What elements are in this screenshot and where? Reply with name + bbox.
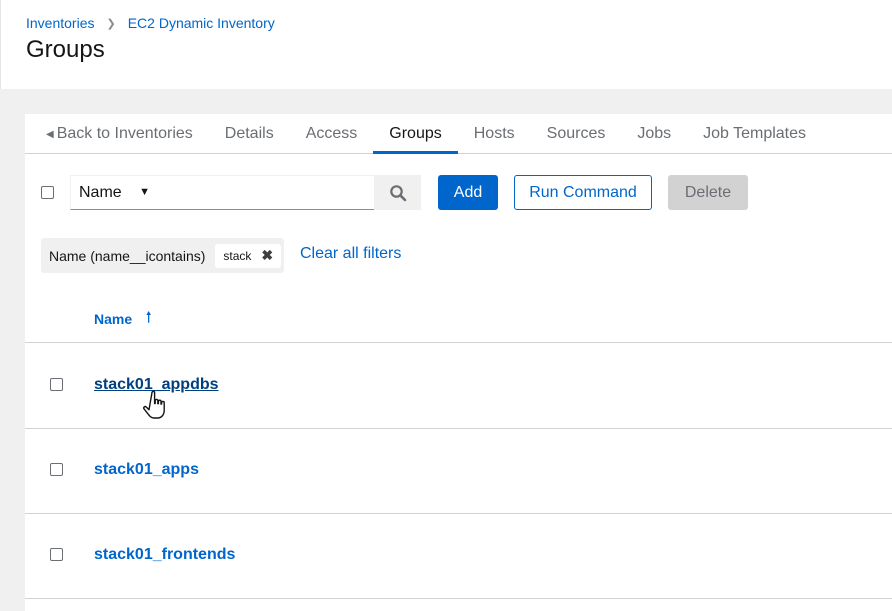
- hand-pointer-cursor-icon: [143, 390, 165, 419]
- search-icon: [389, 184, 406, 201]
- clear-all-filters-link[interactable]: Clear all filters: [300, 245, 401, 263]
- run-command-button[interactable]: Run Command: [514, 175, 652, 210]
- group-link[interactable]: stack01_apps: [94, 461, 199, 479]
- tab-back-to-inventories[interactable]: ◀ Back to Inventories: [25, 114, 209, 153]
- sort-ascending-icon: 🠑: [146, 309, 152, 325]
- caret-left-icon: ◀: [46, 129, 54, 140]
- filter-chip-group: Name (name__icontains) stack ✖: [41, 238, 284, 273]
- table-row: stack01_apps: [25, 428, 892, 514]
- search-input[interactable]: [168, 175, 374, 210]
- tab-groups[interactable]: Groups: [373, 114, 459, 154]
- tab-bar: ◀ Back to Inventories Details Access Grou…: [25, 114, 892, 154]
- breadcrumb-inventories[interactable]: Inventories: [26, 15, 94, 31]
- close-icon[interactable]: ✖: [261, 247, 273, 264]
- group-link[interactable]: stack01_frontends: [94, 546, 235, 564]
- row-checkbox[interactable]: [50, 463, 63, 476]
- breadcrumb-ec2-dynamic-inventory[interactable]: EC2 Dynamic Inventory: [128, 15, 275, 31]
- chevron-right-icon: ❯: [106, 17, 116, 30]
- delete-button[interactable]: Delete: [668, 175, 748, 210]
- column-header-name[interactable]: Name 🠑: [94, 307, 151, 331]
- filter-chip: stack ✖: [215, 243, 282, 268]
- breadcrumb: Inventories ❯ EC2 Dynamic Inventory: [26, 15, 275, 31]
- tab-sources[interactable]: Sources: [531, 114, 622, 153]
- page-title: Groups: [26, 36, 105, 63]
- row-checkbox[interactable]: [50, 378, 63, 391]
- toolbar: Name ▼ Add Run Command Delete: [25, 175, 892, 211]
- groups-card: ◀ Back to Inventories Details Access Grou…: [25, 114, 892, 611]
- tab-job-templates[interactable]: Job Templates: [687, 114, 822, 153]
- add-button[interactable]: Add: [438, 175, 498, 210]
- tab-details[interactable]: Details: [209, 114, 290, 153]
- select-all-checkbox[interactable]: [41, 186, 54, 199]
- search-field-select[interactable]: Name ▼: [70, 175, 168, 210]
- filter-chip-group-label: Name (name__icontains): [49, 247, 206, 264]
- caret-down-icon: ▼: [139, 186, 150, 198]
- row-checkbox[interactable]: [50, 548, 63, 561]
- table-row: stack01_frontends: [25, 513, 892, 599]
- search-button[interactable]: [374, 175, 421, 210]
- tab-jobs[interactable]: Jobs: [621, 114, 687, 153]
- page-header: Inventories ❯ EC2 Dynamic Inventory Grou…: [0, 0, 892, 89]
- tab-hosts[interactable]: Hosts: [458, 114, 531, 153]
- tab-access[interactable]: Access: [290, 114, 374, 153]
